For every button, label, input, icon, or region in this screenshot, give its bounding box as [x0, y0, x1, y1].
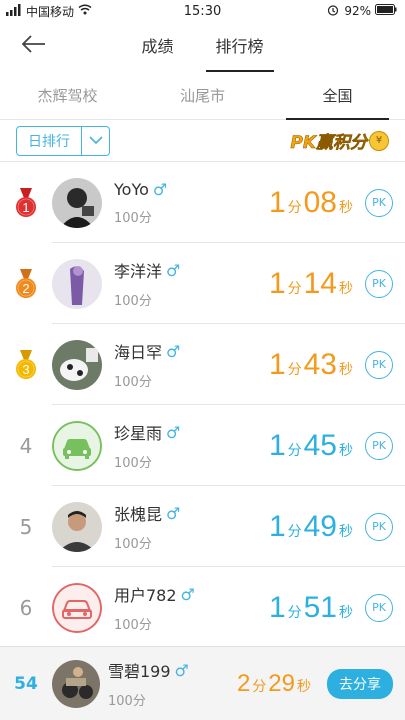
coin-icon: ¥	[369, 130, 389, 151]
battery-percent: 92%	[344, 4, 371, 18]
pk-button[interactable]: PK	[365, 431, 393, 460]
exam-time: 1 分 49 秒	[268, 509, 353, 543]
tab-scores[interactable]: 成绩	[133, 22, 181, 72]
my-avatar[interactable]	[52, 659, 100, 708]
rank-number: 1	[22, 200, 29, 215]
status-left: 中国移动	[6, 3, 92, 20]
period-dropdown[interactable]: 日排行	[16, 125, 110, 156]
ranking-row[interactable]: 2 李洋洋 ♂ 100分 1 分 14 秒 PK	[0, 243, 405, 324]
rank-number: 4	[19, 433, 33, 458]
avatar[interactable]	[52, 420, 102, 471]
male-icon: ♂	[180, 584, 195, 604]
user-name: YoYo	[114, 179, 149, 199]
ranking-list: 1 YoYo ♂ 100分 1 分 08 秒 PK 2 李洋洋 ♂ 100分 1…	[0, 162, 405, 648]
rank-number: 5	[19, 514, 33, 539]
tab-national[interactable]: 全国	[270, 72, 405, 120]
my-score: 100分	[108, 694, 146, 709]
user-info: 用户782 ♂ 100分	[114, 582, 269, 634]
user-score: 100分	[114, 537, 152, 552]
nav-tabs: 成绩 排行榜	[133, 22, 274, 72]
user-name: 海日罕	[114, 343, 163, 362]
chevron-down-icon	[81, 126, 109, 155]
male-icon: ♂	[174, 660, 189, 680]
user-info: 海日罕 ♂ 100分	[114, 339, 269, 391]
alarm-icon	[326, 4, 340, 19]
ranking-row[interactable]: 5 张槐昆 ♂ 100分 1 分 49 秒 PK	[0, 486, 405, 567]
user-info: YoYo ♂ 100分	[114, 180, 269, 226]
avatar[interactable]	[52, 339, 102, 390]
user-name: 用户782	[114, 586, 177, 605]
pk-reward-banner[interactable]: PK赢积分 ¥	[290, 126, 389, 156]
user-score: 100分	[114, 456, 152, 471]
rank-number: 6	[19, 595, 33, 620]
user-info: 珍星雨 ♂ 100分	[114, 420, 269, 472]
share-button[interactable]: 去分享	[327, 668, 393, 699]
period-label: 日排行	[28, 133, 70, 150]
avatar[interactable]	[52, 582, 102, 633]
ranking-row[interactable]: 4 珍星雨 ♂ 100分 1 分 45 秒 PK	[0, 405, 405, 486]
avatar[interactable]	[52, 177, 102, 228]
scope-tabs: 杰辉驾校 汕尾市 全国	[0, 72, 405, 120]
user-score: 100分	[114, 210, 152, 226]
avatar[interactable]	[52, 258, 102, 309]
male-icon: ♂	[166, 260, 181, 280]
tab-city[interactable]: 汕尾市	[135, 72, 270, 119]
exam-time: 1 分 14 秒	[268, 266, 353, 300]
filter-row: 日排行 PK赢积分 ¥	[0, 120, 405, 162]
rank-medal-gold: 1	[0, 187, 52, 218]
ranking-row[interactable]: 3 海日罕 ♂ 100分 1 分 43 秒 PK	[0, 324, 405, 405]
user-name: 张槐昆	[114, 505, 163, 524]
rank-medal-silver: 2	[0, 268, 52, 299]
male-icon: ♂	[152, 179, 168, 199]
nav-bar: 成绩 排行榜	[0, 22, 405, 72]
exam-time: 1 分 43 秒	[268, 347, 353, 381]
tab-school[interactable]: 杰辉驾校	[0, 72, 135, 119]
ranking-row[interactable]: 6 用户782 ♂ 100分 1 分 51 秒 PK	[0, 567, 405, 648]
carrier-name: 中国移动	[26, 4, 75, 19]
car-icon	[63, 438, 91, 459]
back-button[interactable]	[20, 34, 48, 58]
user-name: 珍星雨	[114, 424, 163, 443]
signal-icon	[6, 3, 22, 19]
rank-number: 3	[22, 362, 29, 377]
rank-medal-bronze: 3	[0, 349, 52, 380]
my-name: 雪碧199	[108, 662, 171, 681]
pk-banner-text: PK赢积分	[290, 133, 367, 154]
my-rank-bar: 54 雪碧199 ♂ 100分 2 分 29 秒 去分享	[0, 646, 405, 720]
tab-leaderboard[interactable]: 排行榜	[205, 22, 274, 72]
user-name: 李洋洋	[114, 262, 163, 281]
user-score: 100分	[114, 375, 152, 390]
male-icon: ♂	[166, 422, 181, 442]
battery-icon	[375, 4, 397, 18]
pk-button[interactable]: PK	[365, 188, 393, 217]
pk-button[interactable]: PK	[365, 512, 393, 541]
user-score: 100分	[114, 294, 152, 309]
exam-time: 1 分 51 秒	[268, 590, 353, 624]
user-info: 张槐昆 ♂ 100分	[114, 501, 269, 553]
status-bar: 中国移动 15:30 92%	[0, 0, 405, 22]
exam-time: 1 分 45 秒	[268, 428, 353, 462]
exam-time: 1 分 08 秒	[268, 185, 353, 219]
male-icon: ♂	[166, 341, 181, 361]
status-right: 92%	[326, 4, 397, 19]
pk-button[interactable]: PK	[365, 593, 393, 622]
wifi-icon	[78, 4, 92, 18]
male-icon: ♂	[166, 503, 181, 523]
user-info: 李洋洋 ♂ 100分	[114, 258, 269, 310]
rank-number: 2	[22, 281, 29, 296]
user-score: 100分	[114, 618, 152, 633]
avatar[interactable]	[52, 501, 102, 552]
pk-button[interactable]: PK	[365, 269, 393, 298]
arrow-left-icon	[20, 34, 46, 58]
my-info: 雪碧199 ♂ 100分	[108, 658, 237, 710]
pk-button[interactable]: PK	[365, 350, 393, 379]
my-exam-time: 2 分 29 秒	[236, 669, 311, 697]
ranking-row[interactable]: 1 YoYo ♂ 100分 1 分 08 秒 PK	[0, 162, 405, 243]
my-rank-number: 54	[14, 673, 38, 694]
